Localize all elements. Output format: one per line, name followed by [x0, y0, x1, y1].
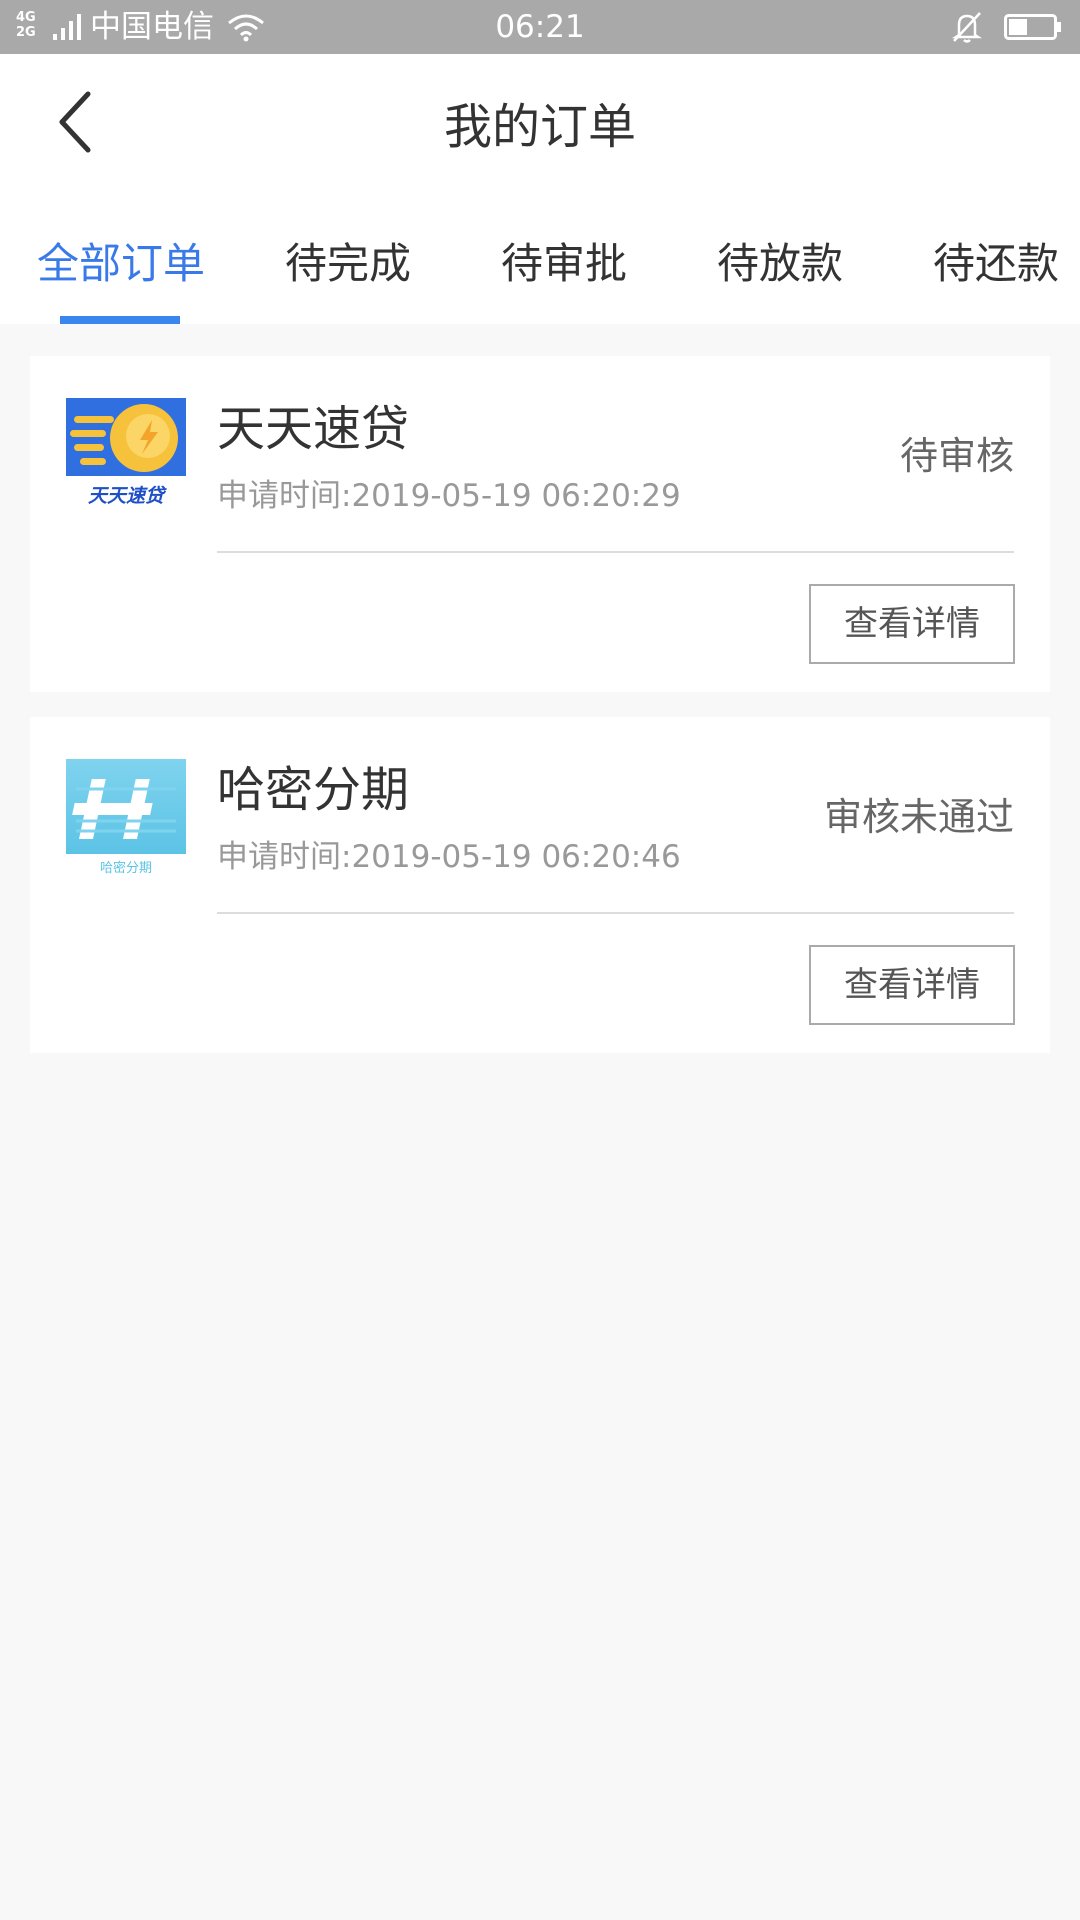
battery-icon — [1004, 14, 1061, 40]
loan-product-name: 天天速贷 — [217, 401, 410, 457]
page-title: 我的订单 — [443, 99, 636, 155]
tab-pending-repayment[interactable]: 待还款 — [933, 224, 1059, 304]
order-card[interactable]: 哈密分期 哈密分期 申请时间:2019-05-19 06:20:46 审核未通过… — [30, 717, 1050, 1053]
apply-time: 申请时间:2019-05-19 06:20:29 — [217, 478, 681, 514]
order-status: 审核未通过 — [823, 795, 1014, 839]
active-tab-indicator — [60, 316, 180, 324]
logo-text: 哈密分期 — [100, 860, 152, 876]
status-bar: 4G 2G 中国电信 06:21 — [0, 0, 1080, 54]
hami-fenqi-logo: 哈密分期 — [66, 759, 186, 879]
tab-pending-disbursement[interactable]: 待放款 — [717, 224, 843, 304]
view-details-button[interactable]: 查看详情 — [809, 584, 1015, 664]
order-status: 待审核 — [899, 434, 1014, 478]
divider — [217, 551, 1014, 553]
tab-pending-completion[interactable]: 待完成 — [285, 224, 411, 304]
apply-time: 申请时间:2019-05-19 06:20:46 — [217, 839, 681, 875]
view-details-button[interactable]: 查看详情 — [809, 945, 1015, 1025]
logo-text: 天天速贷 — [88, 485, 167, 507]
tab-pending-approval[interactable]: 待审批 — [501, 224, 627, 304]
tiantian-sudai-logo: 天天速贷 — [66, 398, 186, 518]
order-tabs: 全部订单 待完成 待审批 待放款 待还款 — [0, 224, 1080, 324]
order-card[interactable]: 天天速贷 天天速贷 申请时间:2019-05-19 06:20:29 待审核 查… — [30, 356, 1050, 692]
bell-muted-icon — [951, 12, 983, 43]
header: 我的订单 全部订单 待完成 待审批 待放款 待还款 — [0, 54, 1080, 324]
divider — [217, 912, 1014, 914]
loan-product-name: 哈密分期 — [217, 762, 410, 818]
clock: 06:21 — [495, 9, 585, 45]
tab-all-orders[interactable]: 全部订单 — [37, 224, 205, 304]
